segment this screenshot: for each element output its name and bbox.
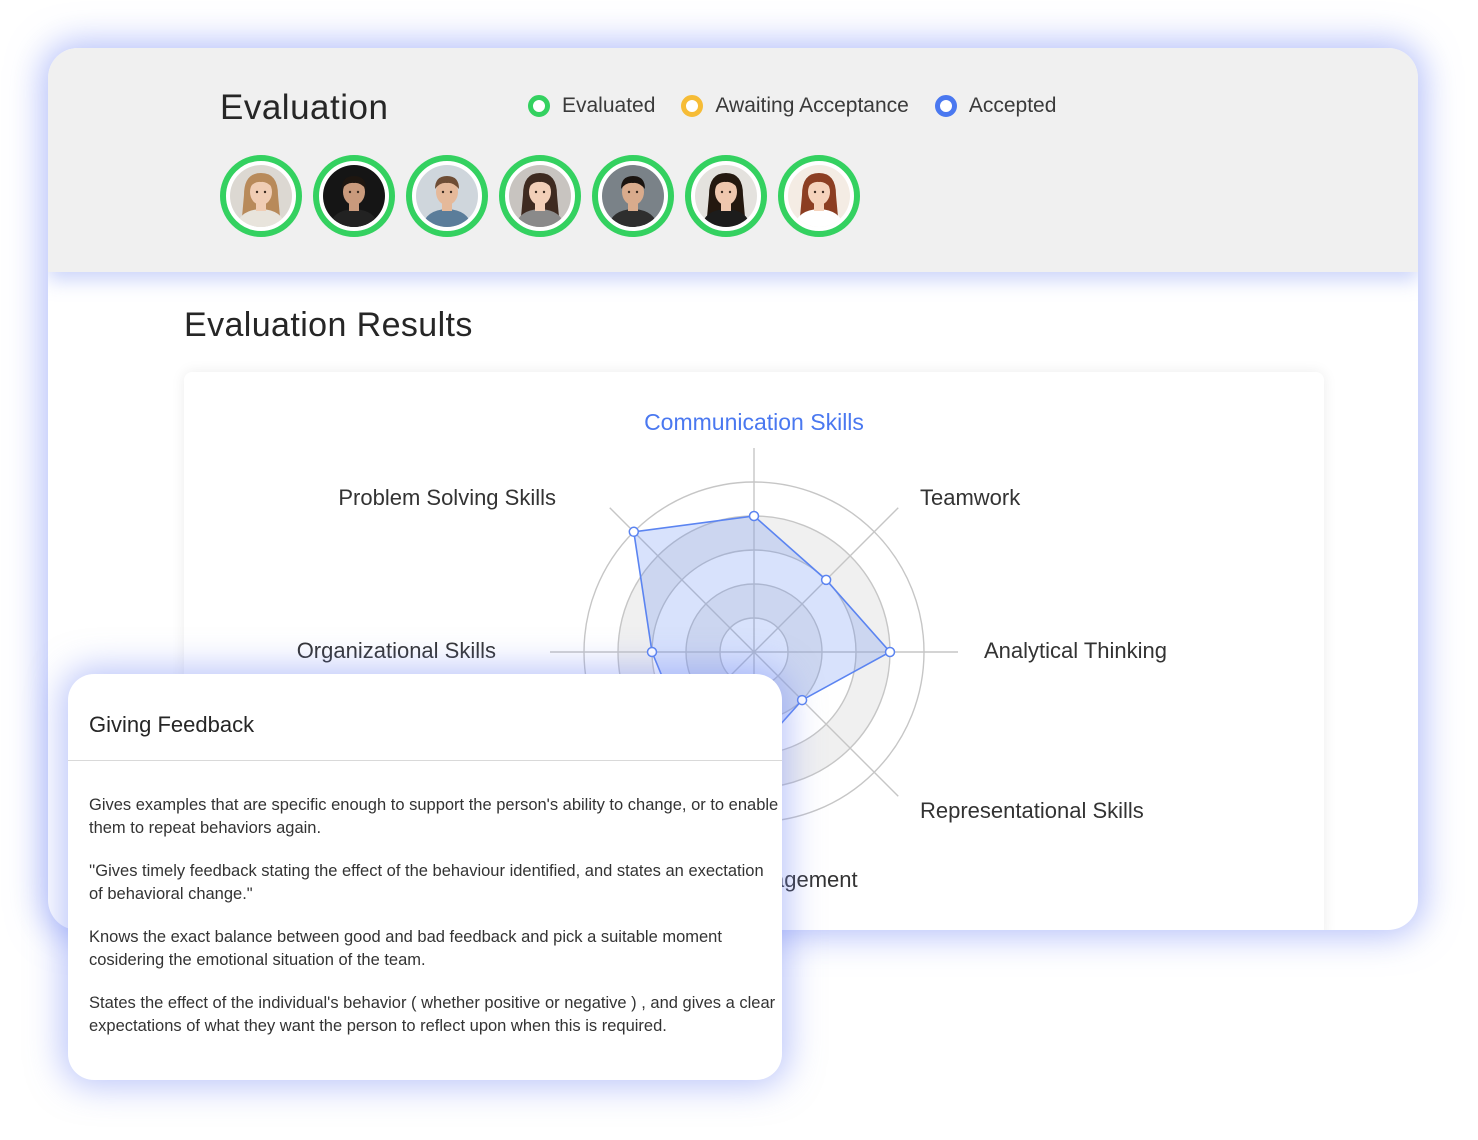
- avatar-eye: [542, 190, 546, 194]
- avatar-photo: [509, 165, 571, 227]
- avatar-photo: [695, 165, 757, 227]
- section-title: Evaluation Results: [184, 306, 473, 344]
- avatar-eye: [720, 190, 724, 194]
- divider: [68, 760, 782, 761]
- legend-item-evaluated: Evaluated: [528, 94, 655, 118]
- radar-data-point[interactable]: [748, 510, 760, 522]
- radar-data-point[interactable]: [820, 574, 832, 586]
- avatar[interactable]: [220, 155, 302, 237]
- radar-axis-label[interactable]: Communication Skills: [644, 409, 864, 435]
- avatar[interactable]: [778, 155, 860, 237]
- person-icon: [509, 165, 571, 227]
- avatar-eye: [255, 190, 259, 194]
- legend-label: Awaiting Acceptance: [715, 94, 909, 117]
- feedback-criterion: Gives examples that are specific enough …: [89, 796, 779, 837]
- radar-data-point[interactable]: [796, 694, 808, 706]
- status-dot-icon: [528, 95, 550, 117]
- person-icon: [230, 165, 292, 227]
- person-icon: [788, 165, 850, 227]
- avatar-photo: [230, 165, 292, 227]
- legend-label: Evaluated: [562, 94, 656, 117]
- radar-axis-label[interactable]: Problem Solving Skills: [338, 485, 556, 510]
- person-icon: [323, 165, 385, 227]
- avatar-eye: [263, 190, 267, 194]
- feedback-detail-card: Giving Feedback Gives examples that are …: [68, 674, 782, 1080]
- avatar-eye: [821, 190, 825, 194]
- person-icon: [602, 165, 664, 227]
- radar-axis-label[interactable]: Analytical Thinking: [984, 638, 1167, 663]
- legend-label: Accepted: [968, 94, 1057, 117]
- avatar-eye: [449, 190, 453, 194]
- radar-data-point[interactable]: [628, 526, 640, 538]
- avatar[interactable]: [313, 155, 395, 237]
- status-dot-icon: [681, 95, 704, 117]
- avatar[interactable]: [685, 155, 767, 237]
- evaluation-header: Evaluation Evaluated Awaiting Acceptance…: [48, 48, 1418, 272]
- avatar-eye: [635, 190, 639, 194]
- radar-axis-label[interactable]: Representational Skills: [920, 798, 1144, 823]
- status-legend: Evaluated Awaiting Acceptance Accepted: [528, 94, 1082, 118]
- feedback-criterion: Knows the exact balance between good and…: [89, 928, 722, 969]
- radar-axis-label[interactable]: Organizational Skills: [297, 638, 496, 663]
- avatar-photo: [602, 165, 664, 227]
- avatar-photo: [323, 165, 385, 227]
- feedback-title: Giving Feedback: [89, 712, 255, 737]
- feedback-criterion: States the effect of the individual's be…: [89, 994, 776, 1035]
- radar-data-point[interactable]: [884, 646, 896, 658]
- feedback-criterion: ''Gives timely feedback stating the effe…: [89, 862, 764, 903]
- radar-data-point[interactable]: [646, 646, 658, 658]
- avatar-photo: [788, 165, 850, 227]
- avatar-eye: [728, 190, 732, 194]
- avatar-eye: [534, 190, 538, 194]
- radar-axis-label[interactable]: Teamwork: [920, 485, 1021, 510]
- page-title: Evaluation: [220, 88, 389, 127]
- avatar-eye: [356, 190, 360, 194]
- avatar-eye: [441, 190, 445, 194]
- person-icon: [695, 165, 757, 227]
- avatar-photo: [416, 165, 478, 227]
- avatar-eye: [813, 190, 817, 194]
- avatar[interactable]: [406, 155, 488, 237]
- avatar[interactable]: [592, 155, 674, 237]
- avatar-eye: [627, 190, 631, 194]
- status-dot-icon: [934, 95, 957, 117]
- avatar[interactable]: [499, 155, 581, 237]
- person-icon: [416, 165, 478, 227]
- feedback-criteria-list: Gives examples that are specific enough …: [89, 794, 779, 1058]
- radar-axis-label[interactable]: agement: [772, 867, 858, 892]
- legend-item-awaiting-acceptance: Awaiting Acceptance: [681, 94, 909, 118]
- legend-item-accepted: Accepted: [934, 94, 1057, 118]
- evaluator-avatars: [220, 155, 871, 237]
- avatar-eye: [348, 190, 352, 194]
